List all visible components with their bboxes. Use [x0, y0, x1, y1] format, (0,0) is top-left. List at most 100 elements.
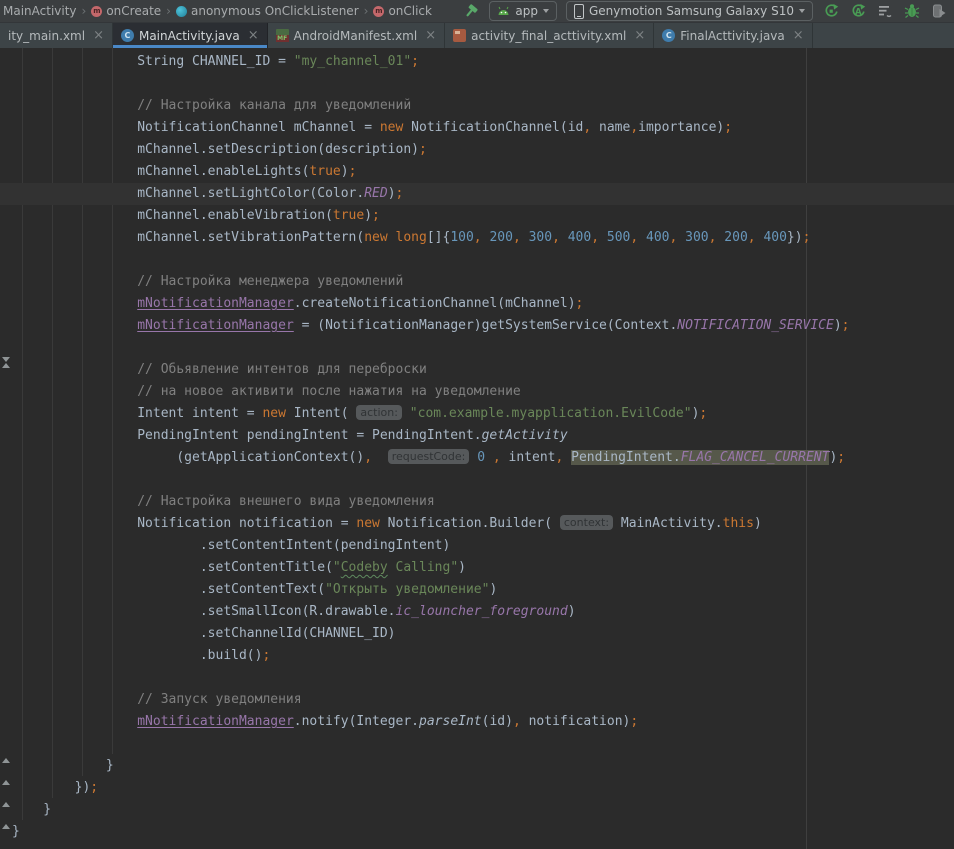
- code-line[interactable]: .setContentText("Открыть уведомление"): [12, 579, 954, 601]
- code-line[interactable]: .setChannelId(CHANNEL_ID): [12, 623, 954, 645]
- code-line[interactable]: Intent intent = new Intent( action: "com…: [12, 403, 954, 425]
- tab-label: FinalActtivity.java: [680, 29, 784, 43]
- code-token: = (NotificationManager)getSystemService(…: [294, 318, 678, 333]
- code-token: 200: [724, 230, 747, 245]
- code-token: ,: [748, 230, 756, 245]
- code-line[interactable]: mChannel.setDescription(description);: [12, 139, 954, 161]
- anonymous-class-icon: [176, 6, 187, 17]
- code-line[interactable]: [12, 73, 954, 95]
- code-token: ): [754, 516, 762, 531]
- code-line[interactable]: mChannel.enableLights(true);: [12, 161, 954, 183]
- close-icon[interactable]: ×: [634, 31, 645, 41]
- code-line[interactable]: // Настройка менеджера уведомлений: [12, 271, 954, 293]
- code-token: intent: [501, 450, 556, 465]
- code-line[interactable]: NotificationChannel mChannel = new Notif…: [12, 117, 954, 139]
- code-token: true: [309, 164, 340, 179]
- code-token: [388, 230, 396, 245]
- code-line[interactable]: // на новое активити после нажатия на ув…: [12, 381, 954, 403]
- code-line[interactable]: [12, 667, 954, 689]
- breadcrumb-label: anonymous OnClickListener: [191, 4, 359, 18]
- code-token: // Запуск уведомления: [12, 692, 302, 707]
- breadcrumb-separator: ›: [364, 4, 369, 18]
- code-token: ;: [419, 142, 427, 157]
- code-line[interactable]: mNotificationManager = (NotificationMana…: [12, 315, 954, 337]
- breadcrumb-label: MainActivity: [3, 4, 77, 18]
- code-line[interactable]: [12, 337, 954, 359]
- code-area[interactable]: String CHANNEL_ID = "my_channel_01"; // …: [0, 48, 954, 843]
- tab-mainactivity-java[interactable]: CMainActivity.java×: [113, 23, 268, 48]
- close-icon[interactable]: ×: [248, 31, 259, 41]
- code-line[interactable]: [12, 249, 954, 271]
- code-token: [563, 450, 571, 465]
- code-token: 200: [489, 230, 512, 245]
- close-icon[interactable]: ×: [93, 31, 104, 41]
- breadcrumb: MainActivity›monCreate›anonymous OnClick…: [0, 4, 462, 18]
- breadcrumb-item-anonymous-onclicklistener[interactable]: anonymous OnClickListener: [176, 4, 359, 18]
- apply-changes-icon[interactable]: [822, 2, 840, 20]
- circle-arrow-a-icon: A: [850, 3, 866, 19]
- code-line[interactable]: .setSmallIcon(R.drawable.ic_louncher_for…: [12, 601, 954, 623]
- code-token: [12, 296, 137, 311]
- close-icon[interactable]: ×: [793, 31, 804, 41]
- main-toolbar: MainActivity›monCreate›anonymous OnClick…: [0, 0, 954, 23]
- code-line[interactable]: .setContentTitle("Codeby Calling"): [12, 557, 954, 579]
- code-token: [677, 230, 685, 245]
- java-class-icon: C: [121, 29, 134, 42]
- code-token: (getApplicationContext(): [12, 450, 364, 465]
- run-config-select[interactable]: app: [489, 1, 557, 21]
- breadcrumb-item-oncreate[interactable]: monCreate: [91, 4, 161, 18]
- param-hint-chip: action:: [356, 405, 402, 420]
- code-line[interactable]: PendingIntent pendingIntent = PendingInt…: [12, 425, 954, 447]
- breadcrumb-item-onclick[interactable]: monClick: [373, 4, 432, 18]
- code-line[interactable]: mChannel.setLightColor(Color.RED);: [0, 183, 954, 205]
- code-line[interactable]: mChannel.setVibrationPattern(new long[]{…: [12, 227, 954, 249]
- code-token: [638, 230, 646, 245]
- code-token: Notification.Builder(: [380, 516, 560, 531]
- tab-ity_main-xml[interactable]: ity_main.xml×: [0, 23, 113, 48]
- code-line[interactable]: .build();: [12, 645, 954, 667]
- code-line[interactable]: }: [12, 799, 954, 821]
- debug-icon[interactable]: [903, 2, 921, 20]
- highlighted-token: FLAG_CANCEL_CURRENT: [681, 450, 830, 465]
- code-token: Codeby: [341, 560, 388, 575]
- code-line[interactable]: // Настройка внешнего вида уведомления: [12, 491, 954, 513]
- code-line[interactable]: .setContentIntent(pendingIntent): [12, 535, 954, 557]
- code-token: new: [380, 120, 403, 135]
- code-line[interactable]: mChannel.enableVibration(true);: [12, 205, 954, 227]
- code-line[interactable]: mNotificationManager.createNotificationC…: [12, 293, 954, 315]
- code-line[interactable]: Notification notification = new Notifica…: [12, 513, 954, 535]
- code-line[interactable]: String CHANNEL_ID = "my_channel_01";: [12, 51, 954, 73]
- code-token: new: [364, 230, 387, 245]
- code-line[interactable]: // Запуск уведомления: [12, 689, 954, 711]
- profile-app-icon[interactable]: [930, 2, 948, 20]
- code-token: ic_louncher_foreground: [396, 604, 568, 619]
- code-line[interactable]: });: [12, 777, 954, 799]
- android-studio-window: MainActivity›monCreate›anonymous OnClick…: [0, 0, 954, 849]
- code-token: .setContentText(: [12, 582, 325, 597]
- apply-code-changes-icon[interactable]: A: [849, 2, 867, 20]
- code-token: long: [396, 230, 427, 245]
- code-line[interactable]: // Настройка канала для уведомлений: [12, 95, 954, 117]
- code-token: mChannel.setVibrationPattern(: [12, 230, 364, 245]
- tab-finalacttivity-java[interactable]: CFinalActtivity.java×: [654, 23, 812, 48]
- code-line[interactable]: }: [12, 821, 954, 843]
- code-token: NotificationChannel mChannel =: [12, 120, 380, 135]
- code-line[interactable]: // Обьявление интентов для переброски: [12, 359, 954, 381]
- code-token: 400: [568, 230, 591, 245]
- code-line[interactable]: mNotificationManager.notify(Integer.pars…: [12, 711, 954, 733]
- close-icon[interactable]: ×: [425, 31, 436, 41]
- code-token: ): [458, 560, 466, 575]
- lines-arrow-icon[interactable]: [876, 2, 894, 20]
- device-select[interactable]: Genymotion Samsung Galaxy S10: [566, 1, 813, 21]
- code-line[interactable]: }: [12, 755, 954, 777]
- tab-androidmanifest-xml[interactable]: AndroidManifest.xml×: [268, 23, 445, 48]
- breadcrumb-item-mainactivity[interactable]: MainActivity: [3, 4, 77, 18]
- code-token: }: [12, 802, 51, 817]
- code-line[interactable]: (getApplicationContext(), requestCode: 0…: [12, 447, 954, 469]
- code-editor[interactable]: String CHANNEL_ID = "my_channel_01"; // …: [0, 48, 954, 849]
- code-line[interactable]: [12, 469, 954, 491]
- tab-activity_final_acttivity-xml[interactable]: activity_final_acttivity.xml×: [445, 23, 654, 48]
- hammer-icon: [463, 3, 479, 19]
- build-hammer-icon[interactable]: [462, 2, 480, 20]
- code-line[interactable]: [12, 733, 954, 755]
